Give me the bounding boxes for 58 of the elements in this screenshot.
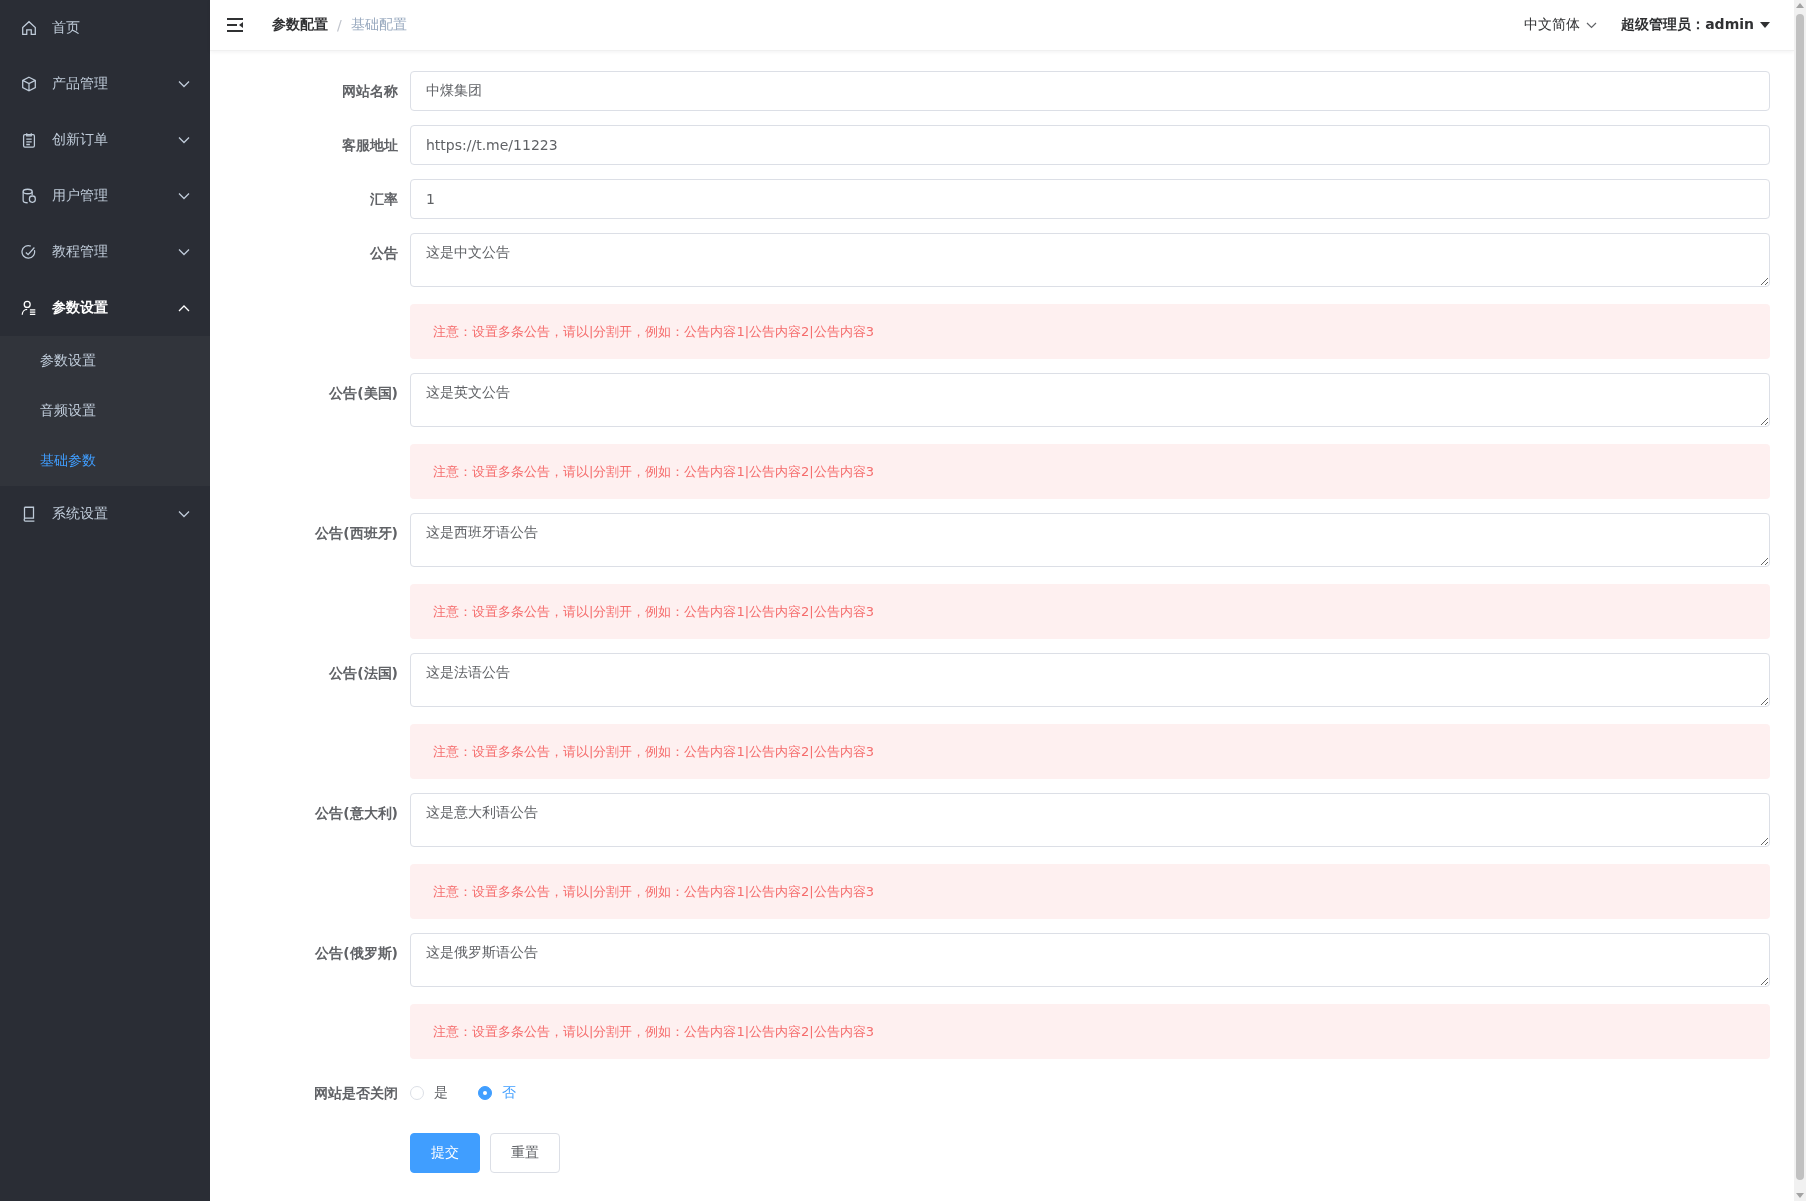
text-area[interactable]: 这是法语公告 bbox=[410, 653, 1770, 707]
submenu-item[interactable]: 参数设置 bbox=[0, 336, 210, 386]
chevron-icon bbox=[178, 248, 190, 256]
field-label: 网站是否关闭 bbox=[313, 1084, 399, 1103]
field-label: 客服地址 bbox=[341, 136, 399, 155]
field-label: 公告(意大利) bbox=[314, 804, 399, 823]
sidebar-item[interactable]: 参数设置 bbox=[0, 280, 210, 336]
text-area[interactable]: 这是俄罗斯语公告 bbox=[410, 933, 1770, 987]
chevron-icon bbox=[178, 192, 190, 200]
chevron-icon bbox=[178, 80, 190, 88]
sidebar-item[interactable]: 创新订单 bbox=[0, 112, 210, 168]
text-area[interactable]: 这是西班牙语公告 bbox=[410, 513, 1770, 567]
notice-alert: 注意：设置多条公告，请以|分割开，例如：公告内容1|公告内容2|公告内容3 bbox=[410, 444, 1770, 499]
submenu-item[interactable]: 音频设置 bbox=[0, 386, 210, 436]
breadcrumb-separator: / bbox=[337, 17, 342, 33]
chevron-icon bbox=[1586, 21, 1598, 29]
sidebar-item[interactable]: 用户管理 bbox=[0, 168, 210, 224]
menu-toggle-icon[interactable] bbox=[226, 17, 244, 33]
caret-icon bbox=[1760, 22, 1770, 28]
notice-alert: 注意：设置多条公告，请以|分割开，例如：公告内容1|公告内容2|公告内容3 bbox=[410, 1004, 1770, 1059]
breadcrumb-item[interactable]: 参数配置 bbox=[272, 16, 328, 34]
notice-alert: 注意：设置多条公告，请以|分割开，例如：公告内容1|公告内容2|公告内容3 bbox=[410, 304, 1770, 359]
field-label: 公告(美国) bbox=[328, 384, 399, 403]
sidebar-item[interactable]: 教程管理 bbox=[0, 224, 210, 280]
notice-alert: 注意：设置多条公告，请以|分割开，例如：公告内容1|公告内容2|公告内容3 bbox=[410, 864, 1770, 919]
chevron-icon bbox=[178, 136, 190, 144]
sidebar-item[interactable]: 首页 bbox=[0, 0, 210, 56]
sidebar-icon bbox=[20, 19, 38, 37]
field-label: 公告(法国) bbox=[328, 664, 399, 683]
field-label: 公告 bbox=[369, 244, 399, 263]
user-dropdown[interactable]: 超级管理员：admin bbox=[1621, 16, 1770, 34]
chevron-icon bbox=[178, 304, 190, 312]
chevron-icon bbox=[178, 510, 190, 518]
text-field[interactable]: 中煤集团 bbox=[410, 71, 1770, 111]
reset-button[interactable]: 重置 bbox=[490, 1133, 560, 1173]
field-label: 网站名称 bbox=[341, 82, 399, 101]
field-label: 公告(西班牙) bbox=[314, 524, 399, 543]
breadcrumb-item: 基础配置 bbox=[350, 16, 407, 34]
language-dropdown[interactable]: 中文简体 bbox=[1524, 16, 1598, 34]
sidebar-icon bbox=[20, 75, 38, 93]
sidebar-icon bbox=[20, 187, 38, 205]
field-label: 汇率 bbox=[369, 190, 399, 209]
notice-alert: 注意：设置多条公告，请以|分割开，例如：公告内容1|公告内容2|公告内容3 bbox=[410, 724, 1770, 779]
text-area[interactable]: 这是中文公告 bbox=[410, 233, 1770, 287]
radio-label[interactable]: 是 bbox=[434, 1084, 448, 1102]
field-label: 公告(俄罗斯) bbox=[314, 944, 399, 963]
sidebar-icon bbox=[20, 243, 38, 261]
sidebar-icon bbox=[20, 131, 38, 149]
notice-alert: 注意：设置多条公告，请以|分割开，例如：公告内容1|公告内容2|公告内容3 bbox=[410, 584, 1770, 639]
sidebar-item[interactable]: 产品管理 bbox=[0, 56, 210, 112]
text-field[interactable]: 1 bbox=[410, 179, 1770, 219]
text-area[interactable]: 这是意大利语公告 bbox=[410, 793, 1770, 847]
radio-button[interactable] bbox=[478, 1086, 492, 1100]
sidebar-item[interactable]: 系统设置 bbox=[0, 486, 210, 542]
submenu-item[interactable]: 基础参数 bbox=[0, 436, 210, 486]
text-area[interactable]: 这是英文公告 bbox=[410, 373, 1770, 427]
text-field[interactable]: https://t.me/11223 bbox=[410, 125, 1770, 165]
sidebar-icon bbox=[20, 299, 38, 317]
